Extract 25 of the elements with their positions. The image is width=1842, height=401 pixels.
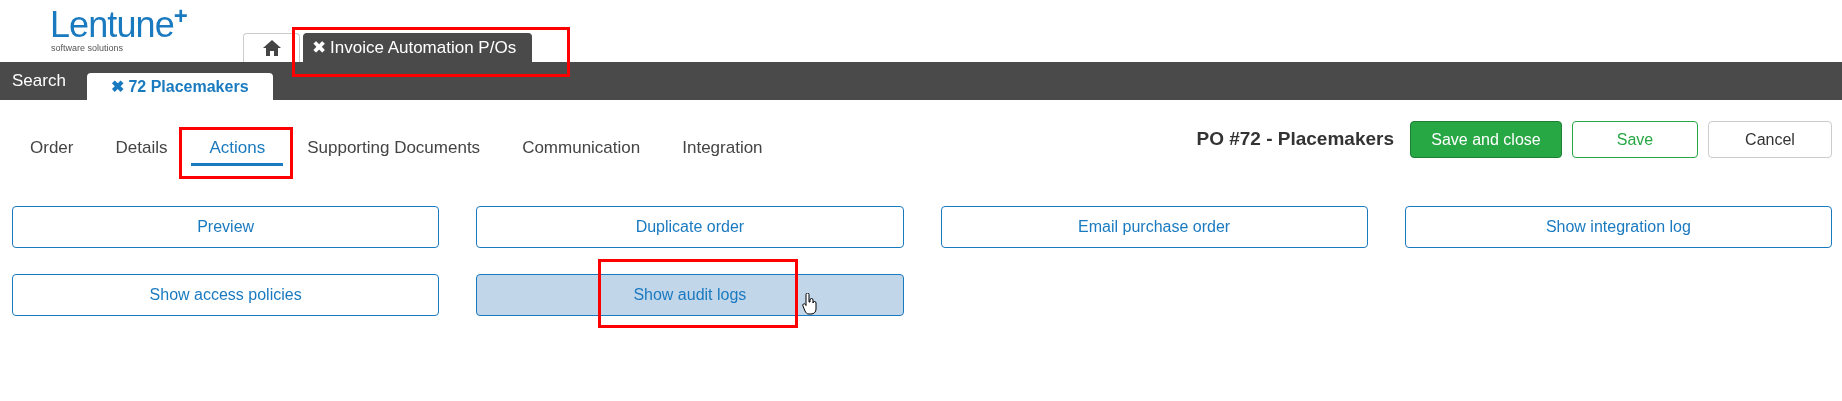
logo-plus: + (173, 6, 188, 26)
home-icon (261, 39, 282, 57)
module-tab[interactable]: ✖ Invoice Automation P/Os (303, 33, 532, 62)
hand-cursor-icon (802, 293, 819, 315)
cancel-button[interactable]: Cancel (1708, 121, 1832, 158)
save-button[interactable]: Save (1572, 121, 1698, 158)
section-tab[interactable]: Supporting Documents (289, 121, 499, 166)
search-tab[interactable]: Search (12, 67, 87, 93)
section-tab[interactable]: Communication (504, 121, 659, 166)
action-button[interactable]: Duplicate order (476, 206, 904, 248)
action-button[interactable]: Show audit logs (476, 274, 904, 316)
action-button[interactable]: Show access policies (12, 274, 440, 316)
section-tab[interactable]: Order (12, 121, 92, 166)
section-tab[interactable]: Details (97, 121, 186, 166)
action-button[interactable]: Preview (12, 206, 440, 248)
section-tab[interactable]: Integration (664, 121, 781, 166)
save-and-close-button[interactable]: Save and close (1410, 121, 1562, 158)
action-button[interactable]: Email purchase order (940, 206, 1368, 248)
record-tab[interactable]: ✖ 72 Placemakers (87, 73, 273, 100)
home-tab[interactable] (243, 33, 300, 62)
section-tab[interactable]: Actions (191, 121, 284, 166)
logo-wordmark: Lentune (50, 6, 174, 44)
logo-tagline: software solutions (51, 44, 125, 53)
page-title: PO #72 - Placemakers (1196, 127, 1394, 152)
action-button[interactable]: Show integration log (1404, 206, 1832, 248)
